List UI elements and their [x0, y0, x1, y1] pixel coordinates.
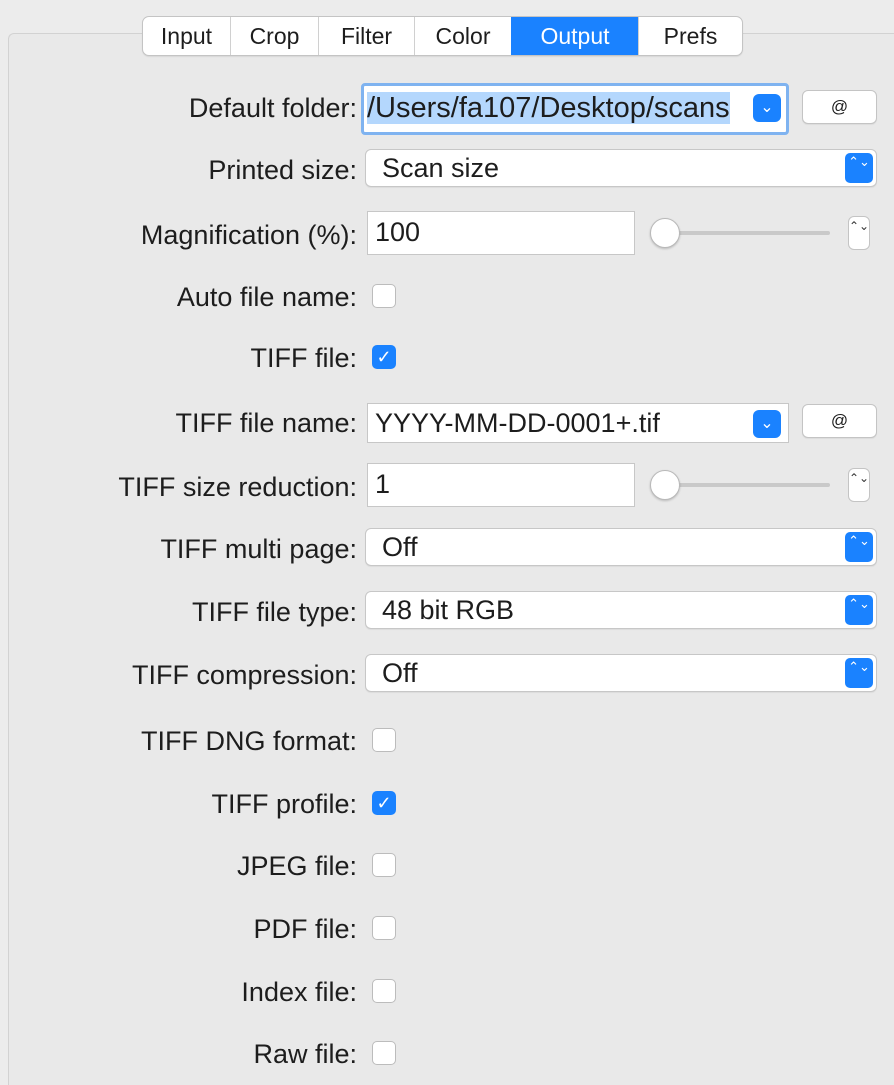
tab-input[interactable]: Input [143, 17, 230, 55]
tiff-multi-page-popup[interactable]: Off ⌃⌄ [365, 528, 877, 566]
tiff-size-reduction-stepper[interactable]: ⌃⌄ [848, 468, 870, 502]
tab-filter[interactable]: Filter [318, 17, 414, 55]
index-file-checkbox[interactable] [372, 979, 396, 1003]
auto-file-name-checkbox[interactable] [372, 284, 396, 308]
tiff-file-type-popup[interactable]: 48 bit RGB ⌃⌄ [365, 591, 877, 629]
tiff-file-checkbox[interactable]: ✓ [372, 345, 396, 369]
printed-size-label: Printed size: [208, 155, 357, 185]
tab-bar: Input Crop Filter Color Output Prefs [142, 16, 743, 56]
tiff-size-reduction-label: TIFF size reduction: [118, 472, 357, 502]
tiff-file-label: TIFF file: [250, 343, 358, 373]
tiff-file-type-label: TIFF file type: [191, 597, 357, 627]
default-folder-label: Default folder: [188, 93, 357, 123]
tiff-compression-popup[interactable]: Off ⌃⌄ [365, 654, 877, 692]
tiff-size-reduction-slider-knob[interactable] [650, 470, 680, 500]
default-folder-at-button[interactable]: @ [802, 90, 877, 124]
auto-file-name-label: Auto file name: [176, 282, 357, 312]
pdf-file-label: PDF file: [253, 914, 357, 944]
magnification-stepper[interactable]: ⌃⌄ [848, 216, 870, 250]
printed-size-popup[interactable]: Scan size ⌃⌄ [365, 149, 877, 187]
jpeg-file-label: JPEG file: [236, 851, 357, 881]
tiff-dng-format-checkbox[interactable] [372, 728, 396, 752]
tab-output[interactable]: Output [511, 17, 638, 55]
index-file-label: Index file: [241, 977, 357, 1007]
up-down-arrows-icon: ⌃⌄ [845, 658, 873, 688]
tiff-profile-label: TIFF profile: [211, 789, 357, 819]
magnification-input[interactable]: 100 [367, 211, 635, 255]
magnification-label: Magnification (%): [140, 220, 357, 250]
up-down-arrows-icon: ⌃⌄ [845, 153, 873, 183]
printed-size-value: Scan size [382, 153, 500, 183]
tiff-file-name-at-button[interactable]: @ [802, 404, 877, 438]
tab-crop[interactable]: Crop [230, 17, 318, 55]
jpeg-file-checkbox[interactable] [372, 853, 396, 877]
tab-color[interactable]: Color [414, 17, 511, 55]
tiff-multi-page-value: Off [382, 532, 418, 562]
tiff-file-type-value: 48 bit RGB [382, 595, 515, 625]
tiff-file-name-label: TIFF file name: [175, 408, 357, 438]
up-down-arrows-icon: ⌃⌄ [845, 595, 873, 625]
magnification-slider-knob[interactable] [650, 218, 680, 248]
tiff-compression-value: Off [382, 658, 418, 688]
default-folder-combo[interactable]: /Users/fa107/Desktop/scans [361, 83, 789, 135]
tab-prefs[interactable]: Prefs [638, 17, 742, 55]
tiff-file-name-combo[interactable]: YYYY-MM-DD-0001+.tif [367, 403, 789, 443]
tiff-size-reduction-input[interactable]: 1 [367, 463, 635, 507]
chevron-down-icon[interactable]: ⌄ [753, 410, 781, 438]
tiff-dng-format-label: TIFF DNG format: [141, 726, 357, 756]
raw-file-checkbox[interactable] [372, 1041, 396, 1065]
up-down-arrows-icon: ⌃⌄ [845, 532, 873, 562]
tiff-compression-label: TIFF compression: [131, 660, 357, 690]
pdf-file-checkbox[interactable] [372, 916, 396, 940]
tiff-multi-page-label: TIFF multi page: [160, 534, 357, 564]
tiff-profile-checkbox[interactable]: ✓ [372, 791, 396, 815]
default-folder-value[interactable]: /Users/fa107/Desktop/scans [367, 92, 730, 124]
chevron-down-icon[interactable]: ⌄ [753, 94, 781, 122]
raw-file-label: Raw file: [253, 1039, 357, 1069]
